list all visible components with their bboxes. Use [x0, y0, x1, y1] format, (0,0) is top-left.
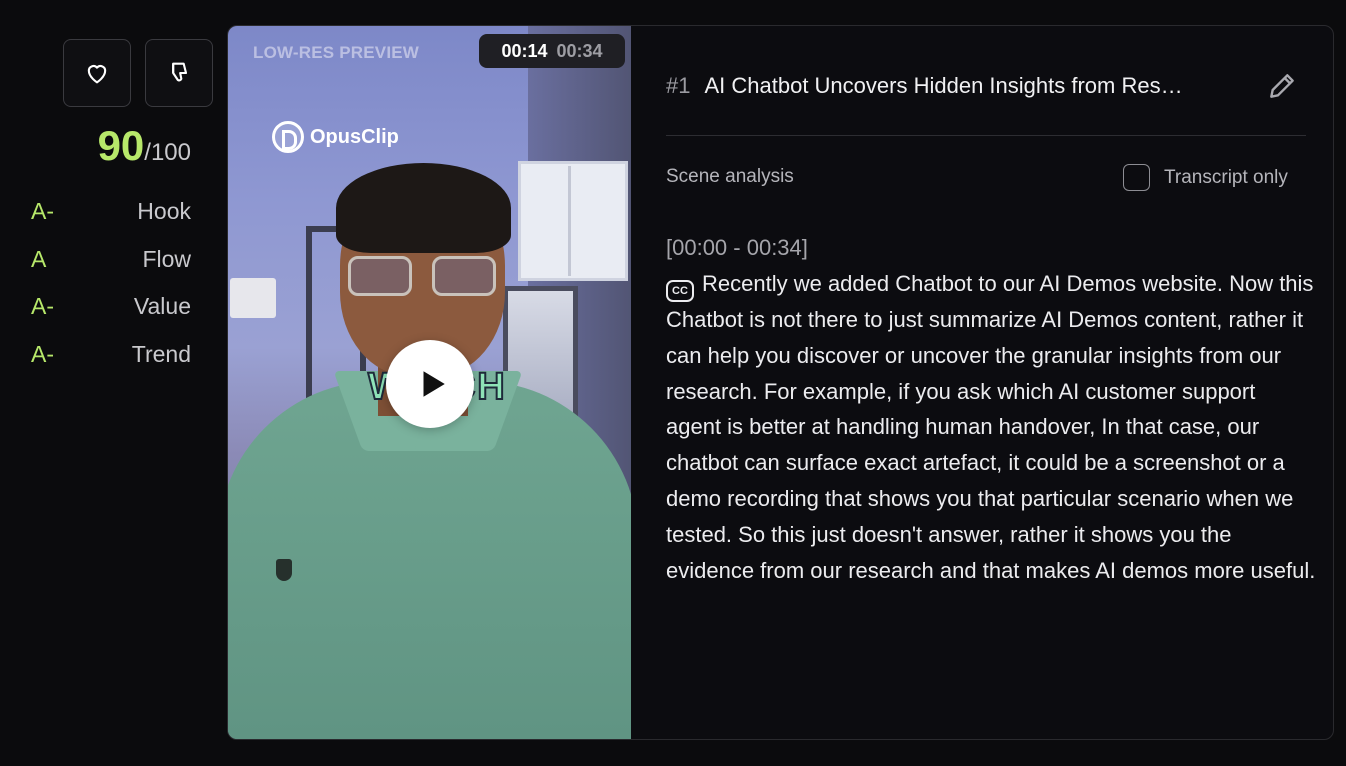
clip-header: #1 AI Chatbot Uncovers Hidden Insights f…: [666, 66, 1306, 106]
cc-icon: CC: [666, 280, 694, 302]
grade-letter: A-: [31, 293, 54, 320]
transcript-text: Recently we added Chatbot to our AI Demo…: [666, 271, 1316, 583]
video-person: [336, 163, 511, 253]
grade-label: Trend: [131, 340, 191, 367]
brand-watermark: OpusClip: [272, 121, 399, 153]
clip-title: AI Chatbot Uncovers Hidden Insights from…: [704, 73, 1183, 98]
total-time: 00:34: [556, 40, 603, 61]
grade-list: A- Hook A Flow A- Value A- Trend: [31, 188, 191, 378]
header-divider: [666, 135, 1306, 136]
pencil-icon: [1270, 74, 1294, 98]
virality-score: 90/100: [60, 122, 191, 170]
like-button[interactable]: [63, 39, 131, 107]
grade-row-value: A- Value: [31, 283, 191, 331]
thumbs-down-icon: [172, 62, 188, 82]
grade-row-flow: A Flow: [31, 236, 191, 284]
score-max: /100: [144, 139, 191, 166]
play-icon: [423, 371, 445, 397]
transcript-text-block: CC Recently we added Chatbot to our AI De…: [666, 266, 1316, 588]
heart-icon: [87, 65, 107, 84]
dislike-button[interactable]: [145, 39, 213, 107]
brand-name: OpusClip: [310, 125, 399, 148]
grade-label: Flow: [142, 245, 191, 272]
opusclip-logo-icon: [272, 121, 304, 153]
transcript-only-label: Transcript only: [1164, 166, 1288, 188]
video-background: [518, 161, 628, 281]
clip-number: #1: [666, 73, 691, 98]
grade-letter: A-: [31, 340, 54, 367]
video-person: [348, 256, 498, 298]
grade-letter: A-: [31, 198, 54, 225]
preview-label: LOW-RES PREVIEW: [253, 43, 420, 62]
segment-time-range: [00:00 - 00:34]: [666, 235, 808, 260]
grade-row-hook: A- Hook: [31, 188, 191, 236]
clip-panel: LOW-RES PREVIEW 00:14 00:34 OpusClip WHI…: [227, 25, 1334, 740]
grade-row-trend: A- Trend: [31, 331, 191, 379]
video-background: [568, 166, 571, 276]
video-person: [276, 559, 292, 581]
video-background: [230, 278, 276, 318]
transcript-only-toggle[interactable]: Transcript only: [1123, 164, 1288, 191]
scene-analysis-label: Scene analysis: [666, 166, 794, 187]
edit-title-button[interactable]: [1266, 70, 1298, 102]
grade-label: Hook: [137, 198, 191, 225]
grade-letter: A: [31, 245, 47, 272]
video-player[interactable]: LOW-RES PREVIEW 00:14 00:34 OpusClip WHI…: [228, 26, 631, 739]
video-timestamp: 00:14 00:34: [479, 34, 625, 68]
grade-label: Value: [133, 293, 191, 320]
current-time: 00:14: [501, 40, 548, 61]
score-value: 90: [97, 122, 145, 169]
play-button[interactable]: [386, 340, 474, 428]
transcript-only-checkbox[interactable]: [1123, 164, 1150, 191]
